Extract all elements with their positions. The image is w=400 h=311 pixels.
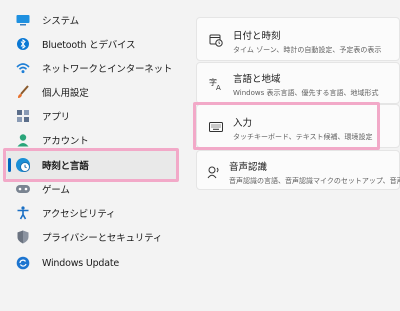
sidebar-item-windows-update[interactable]: Windows Update bbox=[6, 248, 178, 278]
sidebar-item-label: 個人用設定 bbox=[42, 88, 89, 99]
speech-icon bbox=[207, 163, 221, 181]
sidebar-item-label: ゲーム bbox=[42, 185, 70, 196]
card-subtitle: タイム ゾーン、時計の自動設定、予定表の表示 bbox=[233, 46, 382, 54]
card-subtitle: 音声認識の言語、音声認識マイクのセットアップ、音声 bbox=[229, 177, 400, 185]
sidebar-item-label: システム bbox=[42, 16, 79, 27]
wifi-icon bbox=[14, 59, 32, 77]
svg-text:A: A bbox=[216, 84, 221, 91]
sidebar-item-label: プライバシーとセキュリティ bbox=[42, 233, 163, 244]
sidebar-item-label: アプリ bbox=[42, 112, 70, 123]
gamepad-icon bbox=[14, 180, 32, 198]
highlight-box bbox=[3, 148, 179, 182]
shield-icon bbox=[14, 228, 32, 246]
card-language-region[interactable]: 字A 言語と地域 Windows 表示言語、優先する言語、地域形式 bbox=[196, 62, 400, 104]
brush-icon bbox=[14, 83, 32, 101]
sidebar-item-label: アクセシビリティ bbox=[42, 209, 116, 220]
calendar-clock-icon bbox=[207, 31, 225, 49]
sidebar-item-label: Bluetooth とデバイス bbox=[42, 40, 136, 51]
card-subtitle: Windows 表示言語、優先する言語、地域形式 bbox=[233, 89, 379, 97]
bluetooth-icon bbox=[14, 35, 32, 53]
card-date-time[interactable]: 日付と時刻 タイム ゾーン、時計の自動設定、予定表の表示 bbox=[196, 17, 400, 61]
sidebar-item-label: Windows Update bbox=[42, 257, 120, 269]
card-title: 言語と地域 bbox=[233, 74, 281, 85]
update-icon bbox=[14, 254, 32, 272]
language-icon: 字A bbox=[207, 75, 225, 93]
apps-icon bbox=[14, 107, 32, 125]
card-title: 音声認識 bbox=[229, 162, 268, 173]
sidebar-item-label: ネットワークとインターネット bbox=[42, 64, 173, 75]
highlight-box bbox=[193, 102, 380, 150]
sidebar-item-label: アカウント bbox=[42, 136, 89, 147]
monitor-icon bbox=[14, 11, 32, 29]
person-icon bbox=[14, 131, 32, 149]
card-title: 日付と時刻 bbox=[233, 31, 281, 42]
card-speech[interactable]: 音声認識 音声認識の言語、音声認識マイクのセットアップ、音声 bbox=[196, 150, 400, 190]
accessibility-icon bbox=[14, 204, 32, 222]
